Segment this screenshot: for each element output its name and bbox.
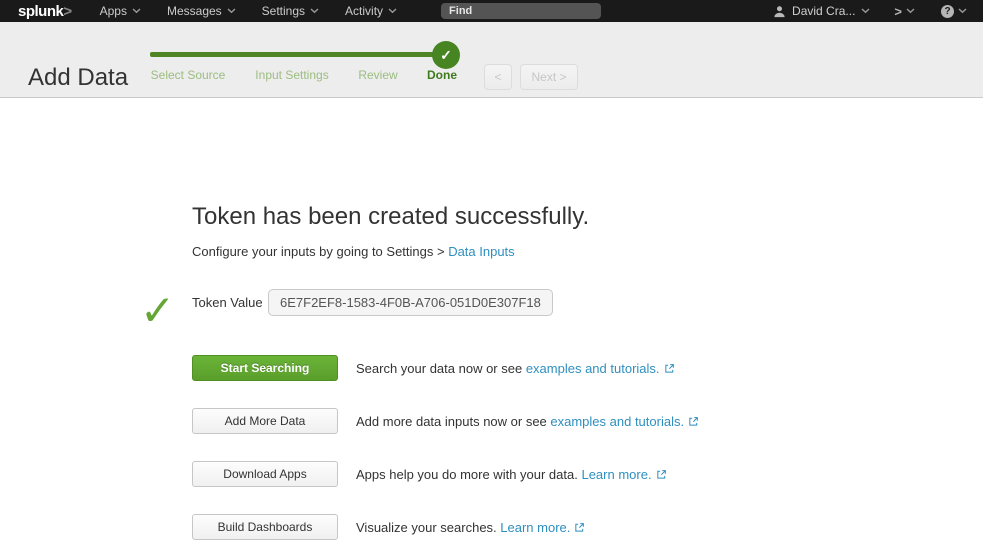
data-inputs-link[interactable]: Data Inputs bbox=[448, 244, 515, 259]
help-icon: ? bbox=[941, 5, 954, 18]
splunk-logo-text: splunk bbox=[18, 3, 63, 20]
splunk-logo[interactable]: splunk> bbox=[18, 3, 72, 20]
user-name: David Cra... bbox=[792, 4, 855, 18]
page-header: Add Data ✓ Select Source Input Settings … bbox=[0, 22, 983, 98]
examples-tutorials-link[interactable]: examples and tutorials. bbox=[550, 414, 684, 429]
action-text: Apps help you do more with your data. Le… bbox=[356, 467, 667, 482]
back-button[interactable]: < bbox=[484, 64, 512, 90]
action-text: Visualize your searches. Learn more. bbox=[356, 520, 585, 535]
nav-apps-label: Apps bbox=[100, 4, 127, 18]
page-title: Add Data bbox=[28, 64, 128, 92]
topbar: splunk> Apps Messages Settings Activity … bbox=[0, 0, 983, 22]
chevron-down-icon bbox=[132, 8, 141, 14]
step-review[interactable]: Review bbox=[358, 68, 397, 82]
find-search-input[interactable] bbox=[441, 3, 601, 19]
token-row: Token Value 6E7F2EF8-1583-4F0B-A706-051D… bbox=[192, 289, 983, 316]
stepper-progress-line bbox=[150, 52, 440, 57]
nav-activity-label: Activity bbox=[345, 4, 383, 18]
action-description: Apps help you do more with your data. bbox=[356, 467, 581, 482]
chevron-down-icon bbox=[310, 8, 319, 14]
action-list: Start Searching Search your data now or … bbox=[192, 355, 983, 540]
action-row-build-dashboards: Build Dashboards Visualize your searches… bbox=[192, 514, 983, 540]
chevron-down-icon bbox=[227, 8, 236, 14]
success-subtitle: Configure your inputs by going to Settin… bbox=[192, 244, 983, 259]
action-description: Visualize your searches. bbox=[356, 520, 500, 535]
step-select-source[interactable]: Select Source bbox=[151, 68, 226, 82]
external-link-icon[interactable] bbox=[688, 416, 699, 427]
wizard-stepper: ✓ Select Source Input Settings Review Do… bbox=[150, 22, 460, 98]
nav-settings[interactable]: Settings bbox=[262, 4, 319, 18]
step-input-settings[interactable]: Input Settings bbox=[255, 68, 328, 82]
success-title: Token has been created successfully. bbox=[192, 203, 983, 231]
learn-more-link[interactable]: Learn more. bbox=[500, 520, 570, 535]
stepper-done-check-icon: ✓ bbox=[432, 41, 460, 69]
token-value-label: Token Value bbox=[192, 295, 268, 310]
token-value-field[interactable]: 6E7F2EF8-1583-4F0B-A706-051D0E307F18 bbox=[268, 289, 553, 316]
action-description: Search your data now or see bbox=[356, 361, 526, 376]
splunk-logo-arrow: > bbox=[63, 3, 71, 20]
build-dashboards-button[interactable]: Build Dashboards bbox=[192, 514, 338, 540]
chevron-down-icon bbox=[906, 8, 915, 14]
main-content: ✓ Token has been created successfully. C… bbox=[0, 98, 983, 540]
nav-settings-label: Settings bbox=[262, 4, 305, 18]
nav-apps[interactable]: Apps bbox=[100, 4, 141, 18]
learn-more-link[interactable]: Learn more. bbox=[581, 467, 651, 482]
launcher-icon: > bbox=[894, 4, 902, 19]
add-more-data-button[interactable]: Add More Data bbox=[192, 408, 338, 434]
action-description: Add more data inputs now or see bbox=[356, 414, 550, 429]
action-text: Search your data now or see examples and… bbox=[356, 361, 675, 376]
chevron-down-icon bbox=[388, 8, 397, 14]
user-menu[interactable]: David Cra... bbox=[773, 4, 870, 18]
examples-tutorials-link[interactable]: examples and tutorials. bbox=[526, 361, 660, 376]
nav-messages[interactable]: Messages bbox=[167, 4, 236, 18]
external-link-icon[interactable] bbox=[656, 469, 667, 480]
nav-activity[interactable]: Activity bbox=[345, 4, 397, 18]
success-check-icon: ✓ bbox=[140, 290, 175, 332]
chevron-down-icon bbox=[958, 8, 967, 14]
chevron-down-icon bbox=[861, 8, 870, 14]
next-button[interactable]: Next > bbox=[520, 64, 578, 90]
action-row-download-apps: Download Apps Apps help you do more with… bbox=[192, 461, 983, 487]
external-link-icon[interactable] bbox=[664, 363, 675, 374]
subtitle-text: Configure your inputs by going to Settin… bbox=[192, 244, 448, 259]
download-apps-button[interactable]: Download Apps bbox=[192, 461, 338, 487]
help-menu[interactable]: ? bbox=[941, 5, 967, 18]
step-done: Done bbox=[427, 68, 457, 82]
action-text: Add more data inputs now or see examples… bbox=[356, 414, 699, 429]
action-row-add-more-data: Add More Data Add more data inputs now o… bbox=[192, 408, 983, 434]
start-searching-button[interactable]: Start Searching bbox=[192, 355, 338, 381]
action-row-start-searching: Start Searching Search your data now or … bbox=[192, 355, 983, 381]
launcher-menu[interactable]: > bbox=[894, 4, 915, 19]
external-link-icon[interactable] bbox=[574, 522, 585, 533]
nav-messages-label: Messages bbox=[167, 4, 222, 18]
user-icon bbox=[773, 5, 786, 18]
